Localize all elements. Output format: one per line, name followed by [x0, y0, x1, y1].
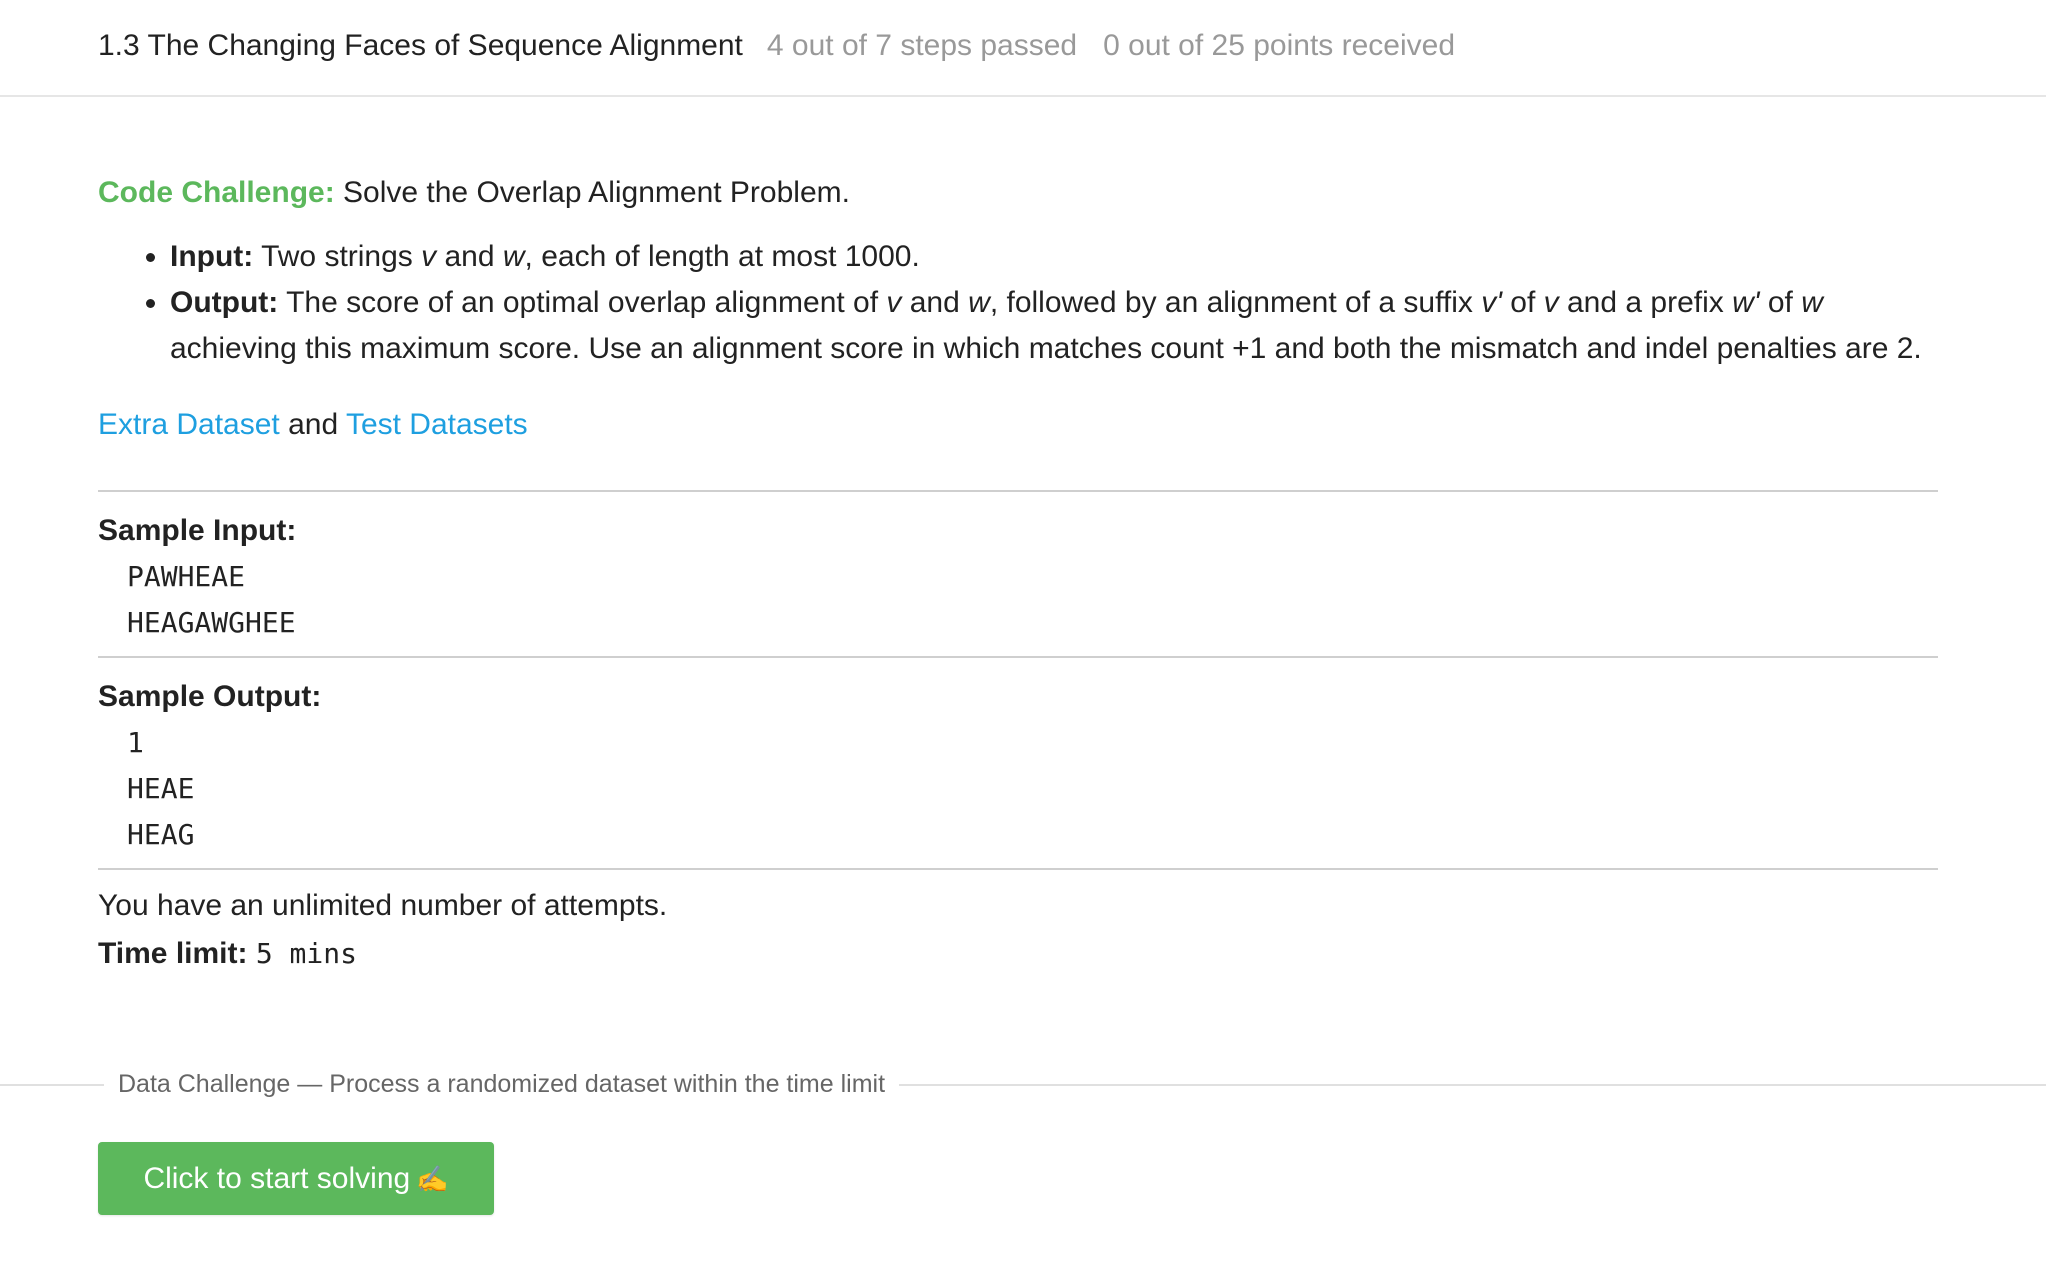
output-text: of — [1759, 286, 1802, 319]
output-description: Output: The score of an optimal overlap … — [170, 280, 1938, 372]
lesson-header: 1.3 The Changing Faces of Sequence Align… — [0, 0, 2046, 97]
output-text: , followed by an alignment of a suffix — [989, 286, 1482, 319]
sample-input-title: Sample Input: — [98, 514, 297, 547]
test-datasets-link[interactable]: Test Datasets — [346, 408, 528, 441]
output-label: Output: — [170, 286, 279, 319]
lesson-header-inner: 1.3 The Changing Faces of Sequence Align… — [98, 26, 1455, 66]
start-solving-button[interactable]: Click to start solving ✍ — [98, 1142, 494, 1215]
sample-output-block: Sample Output: 1 HEAE HEAG — [98, 658, 1938, 868]
var-v: v — [421, 240, 437, 273]
extra-dataset-link[interactable]: Extra Dataset — [98, 408, 280, 441]
time-limit: Time limit: 5 mins — [98, 930, 1938, 978]
output-text: The score of an optimal overlap alignmen… — [278, 286, 887, 319]
var-v: v — [886, 286, 902, 319]
input-text: and — [436, 240, 503, 273]
divider — [98, 868, 1938, 870]
links-connector: and — [279, 408, 346, 441]
input-text: , each of length at most 1000. — [524, 240, 920, 273]
output-text: and a prefix — [1558, 286, 1733, 319]
output-text: of — [1501, 286, 1544, 319]
data-challenge-label: Data Challenge — Process a randomized da… — [104, 1066, 900, 1102]
output-text: and — [901, 286, 969, 319]
step-content: Code Challenge: Solve the Overlap Alignm… — [98, 170, 1938, 978]
points-progress: 0 out of 25 points received — [1103, 29, 1456, 62]
challenge-statement: Code Challenge: Solve the Overlap Alignm… — [98, 170, 1938, 216]
time-limit-label: Time limit: — [98, 937, 248, 970]
input-label: Input: — [170, 240, 254, 273]
writing-hand-icon: ✍ — [416, 1164, 449, 1194]
sample-output-title: Sample Output: — [98, 680, 322, 713]
sample-output-line: HEAG — [127, 818, 195, 851]
var-v-prime: v' — [1481, 286, 1502, 319]
sample-output-line: 1 — [127, 726, 144, 759]
output-text: achieving this maximum score. Use an ali… — [170, 332, 1922, 365]
sample-input-line: PAWHEAE — [127, 560, 246, 593]
var-w: w — [1801, 286, 1823, 319]
sample-output-line: HEAE — [127, 772, 195, 805]
steps-progress: 4 out of 7 steps passed — [766, 29, 1078, 62]
input-text: Two strings — [253, 240, 422, 273]
lesson-title: 1.3 The Changing Faces of Sequence Align… — [98, 29, 743, 62]
sample-input-block: Sample Input: PAWHEAE HEAGAWGHEE — [98, 492, 1938, 656]
var-w: w — [502, 240, 525, 273]
var-w-prime: w' — [1732, 286, 1760, 319]
time-limit-value: 5 mins — [255, 937, 357, 970]
sample-input-line: HEAGAWGHEE — [127, 606, 296, 639]
var-w: w — [968, 286, 990, 319]
io-list: Input: Two strings v and w, each of leng… — [98, 234, 1938, 372]
start-solving-label: Click to start solving — [143, 1162, 411, 1195]
input-description: Input: Two strings v and w, each of leng… — [170, 234, 1938, 280]
code-challenge-label: Code Challenge: — [98, 176, 335, 209]
attempts-info: You have an unlimited number of attempts… — [98, 889, 668, 922]
dataset-links: Extra Dataset and Test Datasets — [98, 402, 1938, 448]
var-v: v — [1543, 286, 1559, 319]
challenge-statement-text: Solve the Overlap Alignment Problem. — [334, 176, 850, 209]
page: 1.3 The Changing Faces of Sequence Align… — [0, 0, 2046, 1274]
